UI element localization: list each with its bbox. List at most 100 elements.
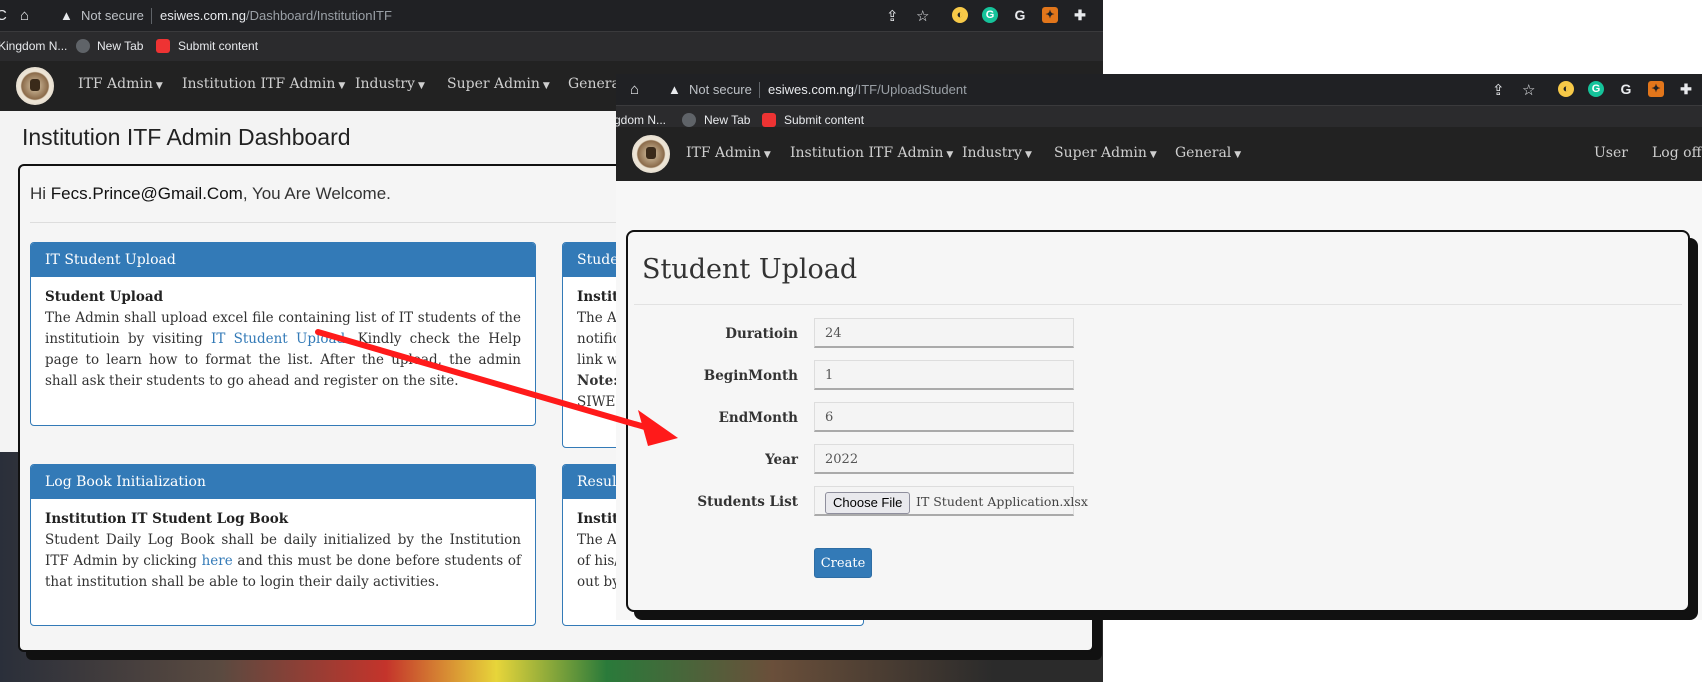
card-title: Student Upload (45, 289, 164, 305)
page-title: Student Upload (642, 254, 858, 285)
end-month-input[interactable]: 6 (814, 402, 1074, 432)
card-body: Student Upload The Admin shall upload ex… (31, 277, 535, 402)
star-icon[interactable]: ☆ (916, 7, 929, 25)
nav-label: ITF Admin (686, 145, 761, 161)
metamask-icon[interactable]: ✦ (1042, 7, 1058, 23)
puzzle-icon[interactable]: ✚ (1072, 7, 1088, 23)
url-host: esiwes.com.ng (160, 8, 246, 23)
form-row-duration: Duratioin 24 (628, 318, 1688, 350)
form-row-year: Year 2022 (628, 444, 1688, 476)
welcome-hi: Hi (30, 184, 47, 203)
caret-down-icon: ▼ (417, 81, 425, 91)
extension-icon[interactable]: ◐ (1558, 81, 1574, 97)
card-title: Institution IT Student Log Book (45, 511, 289, 527)
begin-month-input[interactable]: 1 (814, 360, 1074, 390)
caret-down-icon: ▼ (1024, 150, 1032, 160)
nav-super-admin[interactable]: Super Admin ▼ (447, 76, 550, 92)
nav-industry[interactable]: Industry ▼ (962, 145, 1032, 161)
extension-icon[interactable]: ◐ (952, 7, 968, 23)
form-row-begin-month: BeginMonth 1 (628, 360, 1688, 392)
nav-institution-itf-admin[interactable]: Institution ITF Admin ▼ (790, 145, 953, 161)
caret-down-icon: ▼ (155, 81, 163, 91)
home-icon[interactable]: ⌂ (630, 81, 639, 98)
bookmark-submit-content[interactable]: Submit content (178, 39, 258, 53)
students-list-label: Students List (697, 494, 798, 510)
duration-input[interactable]: 24 (814, 318, 1074, 348)
caret-down-icon: ▼ (1149, 150, 1157, 160)
bookmark-new-tab[interactable]: New Tab (97, 39, 143, 53)
end-month-label: EndMonth (718, 410, 798, 426)
google-icon[interactable]: G (1012, 7, 1028, 23)
siwes-logo[interactable] (632, 135, 670, 173)
page-title: Institution ITF Admin Dashboard (22, 124, 351, 150)
nav-label: ITF Admin (78, 76, 153, 92)
nav-industry[interactable]: Industry ▼ (355, 76, 425, 92)
share-icon[interactable]: ⇪ (886, 7, 899, 25)
nav-user[interactable]: User (1594, 145, 1628, 161)
bookmark-submit-content[interactable]: Submit content (784, 113, 864, 127)
caret-down-icon: ▼ (338, 81, 346, 91)
siwes-logo[interactable] (16, 67, 54, 105)
divider (634, 304, 1682, 305)
caret-down-icon: ▼ (946, 150, 954, 160)
warning-icon: ▲ (60, 8, 73, 23)
not-secure-label: Not secure (689, 82, 752, 97)
submit-content-icon (156, 39, 170, 53)
caret-down-icon: ▼ (763, 150, 771, 160)
address-bar: C ⌂ ▲ Not secure esiwes.com.ng/Dashboard… (0, 0, 1103, 31)
puzzle-icon[interactable]: ✚ (1678, 81, 1694, 97)
globe-icon (76, 39, 90, 53)
nav-general[interactable]: General ▼ (1175, 145, 1241, 161)
nav-log-off[interactable]: Log off (1652, 145, 1702, 161)
nav-label: Institution ITF Admin (182, 76, 336, 92)
home-icon[interactable]: ⌂ (20, 7, 29, 24)
year-label: Year (765, 452, 798, 468)
grammarly-icon[interactable]: G (982, 7, 998, 23)
bookmark-new-tab[interactable]: New Tab (704, 113, 750, 127)
user-email: Fecs.Prince@Gmail.Com (50, 184, 243, 203)
star-icon[interactable]: ☆ (1522, 81, 1535, 99)
card-it-student-upload: IT Student Upload Student Upload The Adm… (30, 242, 536, 426)
create-button[interactable]: Create (814, 548, 872, 578)
submit-content-icon (762, 113, 776, 127)
welcome-rest: , You Are Welcome. (242, 184, 391, 203)
globe-icon (682, 113, 696, 127)
nav-institution-itf-admin[interactable]: Institution ITF Admin ▼ (182, 76, 345, 92)
background-photo-strip (736, 611, 1316, 620)
bookmark-kingdom[interactable]: Kingdom N... (0, 39, 67, 53)
form-row-end-month: EndMonth 6 (628, 402, 1688, 434)
url-path: /ITF/UploadStudent (853, 82, 967, 97)
url-text[interactable]: esiwes.com.ng/Dashboard/InstitutionITF (160, 8, 392, 23)
nav-label: Industry (962, 145, 1022, 161)
selected-file-name: IT Student Application.xlsx (916, 494, 1088, 509)
upload-window: ⌂ ▲ Not secure esiwes.com.ng/ITF/UploadS… (616, 74, 1702, 620)
address-separator (759, 82, 760, 98)
nav-label: Institution ITF Admin (790, 145, 944, 161)
logbook-here-link[interactable]: here (202, 553, 233, 569)
welcome-message: Hi Fecs.Prince@Gmail.Com, You Are Welcom… (30, 184, 391, 204)
form-row-students-list: Students List Choose File IT Student App… (628, 486, 1688, 518)
nav-label: Industry (355, 76, 415, 92)
not-secure-label: Not secure (81, 8, 144, 23)
address-separator (151, 8, 152, 24)
bookmark-kingdom[interactable]: gdom N... (616, 113, 666, 127)
reload-icon[interactable]: C (0, 7, 7, 24)
google-icon[interactable]: G (1618, 81, 1634, 97)
choose-file-button[interactable]: Choose File (825, 492, 911, 514)
share-icon[interactable]: ⇪ (1492, 81, 1505, 99)
nav-itf-admin[interactable]: ITF Admin ▼ (686, 145, 771, 161)
duration-label: Duratioin (725, 326, 798, 342)
it-student-upload-link[interactable]: IT Student Upload (211, 331, 345, 347)
students-list-file-input: Choose File IT Student Application.xlsx (814, 486, 1088, 516)
card-header: IT Student Upload (31, 243, 535, 277)
metamask-icon[interactable]: ✦ (1648, 81, 1664, 97)
begin-month-label: BeginMonth (703, 368, 798, 384)
grammarly-icon[interactable]: G (1588, 81, 1604, 97)
nav-super-admin[interactable]: Super Admin ▼ (1054, 145, 1157, 161)
year-input[interactable]: 2022 (814, 444, 1074, 474)
nav-label: Super Admin (1054, 145, 1147, 161)
nav-itf-admin[interactable]: ITF Admin ▼ (78, 76, 163, 92)
url-text[interactable]: esiwes.com.ng/ITF/UploadStudent (768, 82, 967, 97)
top-navbar: ITF Admin ▼ Institution ITF Admin ▼ Indust… (616, 127, 1702, 181)
address-bar: ⌂ ▲ Not secure esiwes.com.ng/ITF/UploadS… (616, 74, 1702, 105)
